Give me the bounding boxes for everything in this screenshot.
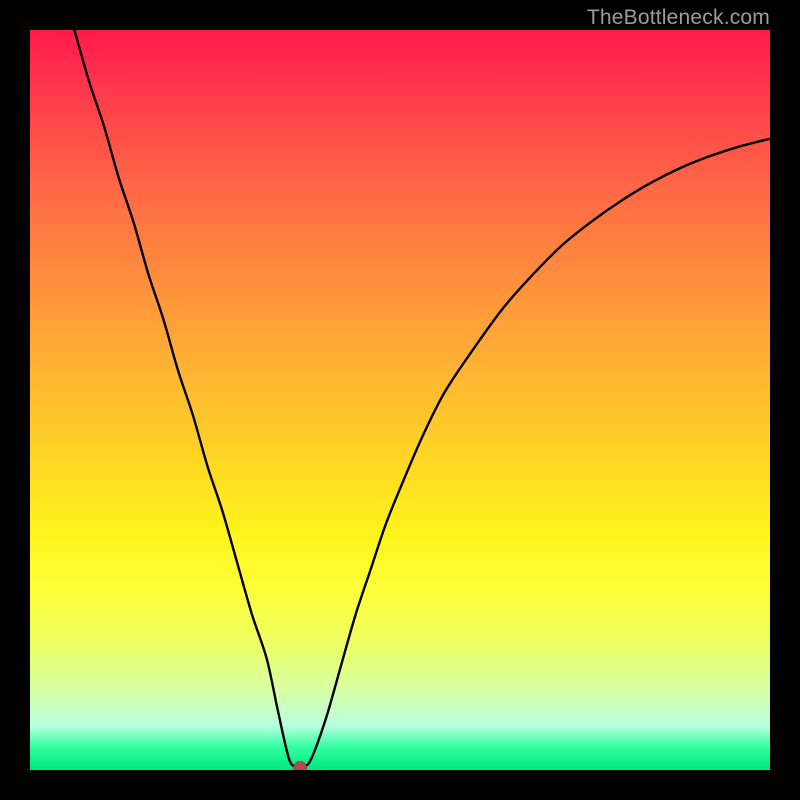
watermark-text: TheBottleneck.com — [587, 6, 770, 30]
minimum-marker — [294, 761, 307, 770]
chart-frame: TheBottleneck.com — [0, 0, 800, 800]
curve-svg — [30, 30, 770, 770]
plot-area — [30, 30, 770, 770]
bottleneck-curve — [74, 30, 770, 767]
